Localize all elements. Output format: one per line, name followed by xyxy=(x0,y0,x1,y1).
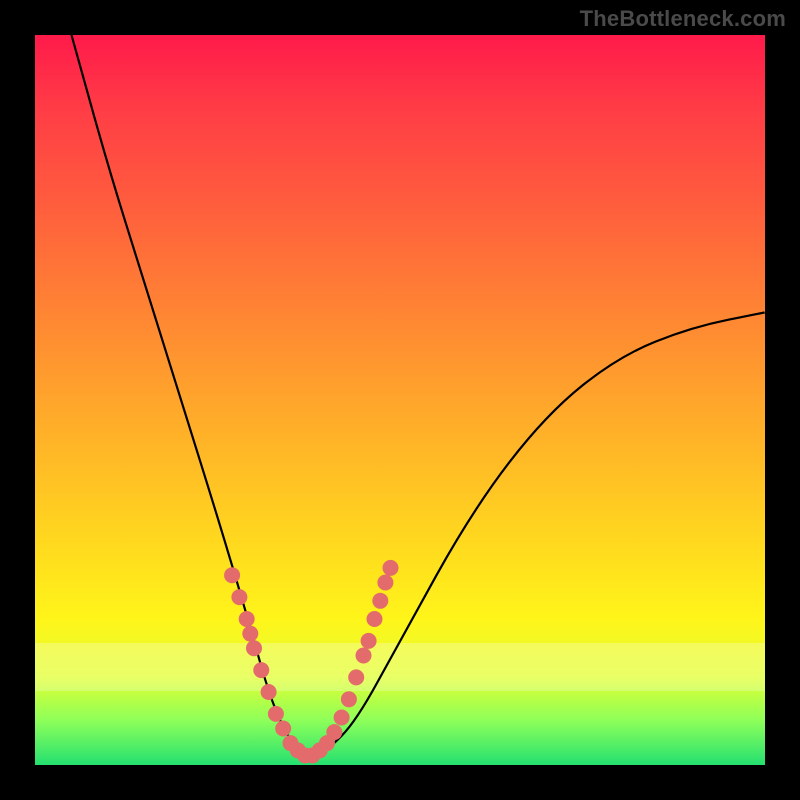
highlight-dot xyxy=(224,567,240,583)
watermark-text: TheBottleneck.com xyxy=(580,6,786,32)
highlight-dot xyxy=(283,735,299,751)
highlight-dot xyxy=(239,611,255,627)
bottleneck-curve xyxy=(35,35,765,765)
highlight-dot xyxy=(326,724,342,740)
highlight-dot xyxy=(348,669,364,685)
highlight-dots-group xyxy=(224,560,398,764)
highlight-dot xyxy=(304,748,320,764)
highlight-dot xyxy=(268,706,284,722)
highlight-dot xyxy=(297,748,313,764)
highlight-band xyxy=(35,643,765,691)
highlight-dot xyxy=(367,611,383,627)
highlight-dot xyxy=(275,721,291,737)
highlight-dot xyxy=(361,633,377,649)
highlight-dot xyxy=(383,560,399,576)
highlight-dot xyxy=(261,684,277,700)
plot-area xyxy=(35,35,765,765)
highlight-dot xyxy=(246,640,262,656)
highlight-dot xyxy=(319,735,335,751)
highlight-dot xyxy=(334,710,350,726)
highlight-dot xyxy=(231,589,247,605)
chart-container: TheBottleneck.com xyxy=(0,0,800,800)
curve-path xyxy=(72,35,766,756)
highlight-dot xyxy=(341,691,357,707)
highlight-dot xyxy=(312,742,328,758)
highlight-dot xyxy=(356,648,372,664)
highlight-dot xyxy=(377,575,393,591)
highlight-dot xyxy=(242,626,258,642)
highlight-dot xyxy=(290,742,306,758)
highlight-dot xyxy=(372,593,388,609)
highlight-dot xyxy=(253,662,269,678)
